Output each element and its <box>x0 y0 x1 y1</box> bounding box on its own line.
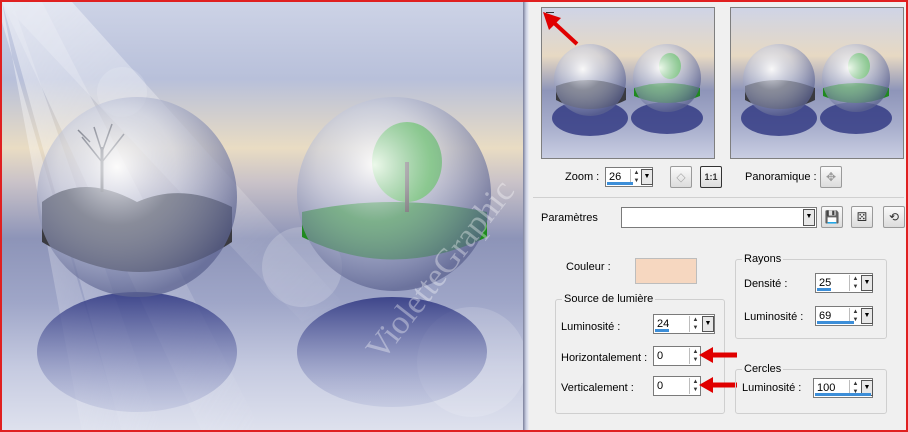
circles-luminosity-level-bar <box>815 393 871 396</box>
zoom-fit-button[interactable]: ◇ <box>670 166 692 188</box>
spin-up-icon[interactable]: ▲ <box>851 275 860 283</box>
dropdown-icon[interactable]: ▼ <box>641 169 653 185</box>
annotation-arrow-icon <box>699 377 737 393</box>
circles-luminosity-spinbox[interactable]: 100 ▲ ▼ ▼ <box>813 378 873 398</box>
annotation-arrow-icon <box>543 12 579 46</box>
save-icon: 💾 <box>824 210 840 224</box>
spin-up-icon[interactable]: ▲ <box>851 380 860 388</box>
color-label: Couleur : <box>566 261 611 273</box>
circles-title: Cercles <box>742 363 784 375</box>
spin-up-icon[interactable]: ▲ <box>851 308 860 316</box>
left-glass-sphere <box>37 97 237 297</box>
screenshot-frame: VioletteGraphic Zoom: 26 ▲ ▼ ▼ ◇ 1:1 Pa… <box>0 0 908 432</box>
effect-preview-image: VioletteGraphic <box>2 2 523 430</box>
light-luminosity-spinbox[interactable]: 24 ▲ ▼ ▼ <box>653 314 715 334</box>
rays-title: Rayons <box>742 253 784 265</box>
light-luminosity-level-bar <box>655 329 669 332</box>
horizontal-spinbox[interactable]: 0 ▲ ▼ <box>653 346 701 366</box>
light-source-title: Source de lumière <box>562 293 656 305</box>
rays-group <box>735 259 887 339</box>
circles-luminosity-label: Luminosité : <box>742 382 802 394</box>
randomize-button[interactable]: ⚄ <box>851 206 873 228</box>
vertical-spinbox[interactable]: 0 ▲ ▼ <box>653 376 701 396</box>
preview-artwork: VioletteGraphic <box>2 2 523 430</box>
color-swatch[interactable] <box>635 258 697 284</box>
save-preset-button[interactable]: 💾 <box>821 206 843 228</box>
dropdown-icon[interactable]: ▼ <box>861 275 873 291</box>
dropdown-icon[interactable]: ▼ <box>702 316 714 332</box>
density-label: Densité : <box>744 278 788 290</box>
pan-button[interactable]: ✥ <box>820 166 842 188</box>
vertical-label: Verticalement : <box>561 382 634 394</box>
zoom-level-bar <box>607 182 633 185</box>
after-preview <box>730 7 904 159</box>
light-luminosity-label: Luminosité : <box>561 321 621 333</box>
density-spinbox[interactable]: 25 ▲ ▼ ▼ <box>815 273 873 293</box>
move-icon: ✥ <box>825 170 837 184</box>
spin-down-icon[interactable]: ▼ <box>691 324 700 332</box>
pan-label: Panoramique : <box>745 171 817 183</box>
presets-dropdown-icon[interactable]: ▼ <box>803 209 815 226</box>
actual-size-button[interactable]: 1:1 <box>700 166 722 188</box>
reset-button[interactable]: ⟲ <box>883 206 905 228</box>
zoom-label: Zoom : <box>565 171 600 183</box>
spin-down-icon[interactable]: ▼ <box>851 283 860 291</box>
dropdown-icon[interactable]: ▼ <box>861 308 873 324</box>
spin-down-icon[interactable]: ▼ <box>632 177 641 185</box>
rays-luminosity-level-bar <box>817 321 854 324</box>
spin-up-icon[interactable]: ▲ <box>632 169 641 177</box>
rays-luminosity-label: Luminosité : <box>744 311 804 323</box>
presets-dropdown[interactable]: ▼ <box>621 207 817 228</box>
horizontal-label: Horizontalement : <box>561 352 648 364</box>
zoom-fit-icon: ◇ <box>676 170 686 184</box>
annotation-arrow-icon <box>699 347 737 363</box>
dice-icon: ⚄ <box>856 210 868 224</box>
zoom-spinbox[interactable]: 26 ▲ ▼ ▼ <box>605 167 653 187</box>
presets-label: Paramètres <box>541 212 598 224</box>
spin-up-icon[interactable]: ▲ <box>691 316 700 324</box>
rays-luminosity-spinbox[interactable]: 69 ▲ ▼ ▼ <box>815 306 873 326</box>
reset-icon: ⟲ <box>888 210 900 224</box>
separator <box>533 197 904 198</box>
density-level-bar <box>817 288 831 291</box>
settings-panel: Zoom : 26 ▲ ▼ ▼ ◇ 1:1 Panoramique : ✥ Par… <box>529 2 906 430</box>
